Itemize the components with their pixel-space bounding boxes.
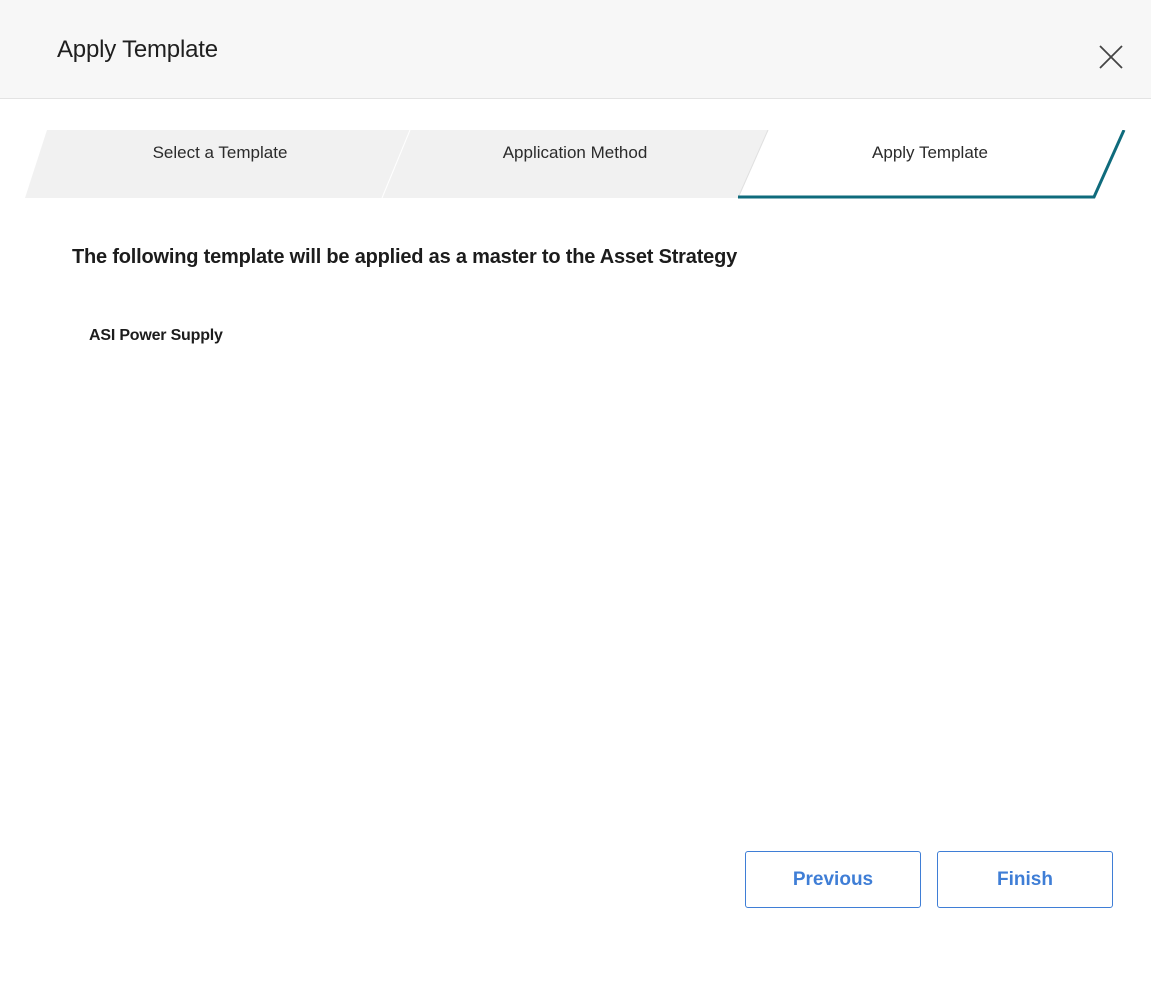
- dialog-header: Apply Template: [0, 0, 1151, 99]
- wizard-step-select-a-template[interactable]: Select a Template: [70, 143, 370, 163]
- finish-button[interactable]: Finish: [937, 851, 1113, 908]
- close-icon[interactable]: [1097, 43, 1125, 71]
- wizard-step-apply-template[interactable]: Apply Template: [780, 143, 1080, 163]
- previous-button[interactable]: Previous: [745, 851, 921, 908]
- step-2-shape: [382, 130, 768, 198]
- apply-template-dialog: Apply Template Select a Template Applica…: [0, 0, 1151, 987]
- template-name: ASI Power Supply: [89, 327, 223, 344]
- step-3-active-outline: [738, 130, 1126, 199]
- dialog-title: Apply Template: [57, 36, 218, 63]
- step-1-shape: [25, 130, 410, 198]
- wizard-steps: Select a Template Application Method App…: [0, 130, 1151, 200]
- content-heading: The following template will be applied a…: [72, 246, 738, 268]
- wizard-step-application-method[interactable]: Application Method: [425, 143, 725, 163]
